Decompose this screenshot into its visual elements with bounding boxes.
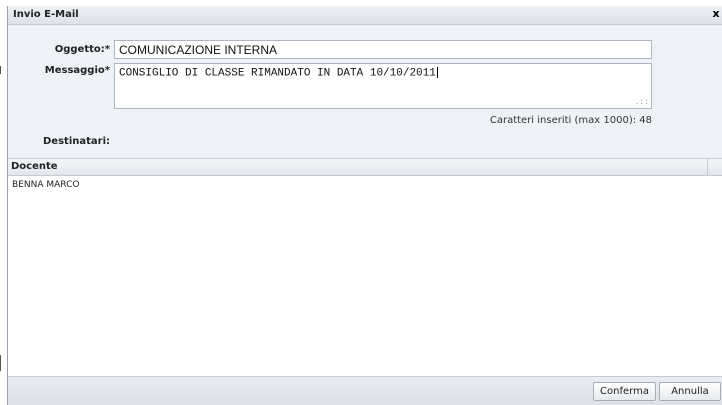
close-icon[interactable]: x — [711, 8, 721, 20]
text-cursor — [436, 67, 438, 78]
table-row[interactable]: BENNA MARCO — [8, 177, 722, 193]
subject-label: Oggetto:* — [54, 44, 110, 55]
grid-header: Docente — [8, 158, 722, 176]
cancel-button[interactable]: Annulla — [659, 382, 721, 401]
email-dialog: Invio E-Mail x Oggetto:* COMUNICAZIONE I… — [7, 6, 722, 405]
recipients-grid: Docente BENNA MARCO — [8, 158, 722, 377]
resize-grip-icon[interactable]: .:: — [635, 99, 649, 107]
message-textarea[interactable]: CONSIGLIO DI CLASSE RIMANDATO IN DATA 10… — [114, 63, 652, 109]
character-counter: Caratteri inseriti (max 1000): 48 — [489, 115, 652, 126]
column-header-label: Docente — [11, 161, 58, 172]
row-teacher-name: BENNA MARCO — [12, 180, 80, 190]
window-edge-marker — [0, 355, 1, 371]
subject-value: COMUNICAZIONE INTERNA — [119, 43, 278, 57]
recipients-label: Destinatari: — [43, 136, 110, 147]
dialog-titlebar: Invio E-Mail x — [8, 6, 722, 25]
confirm-button[interactable]: Conferma — [593, 382, 656, 401]
message-value: CONSIGLIO DI CLASSE RIMANDATO IN DATA 10… — [119, 67, 436, 80]
dialog-title: Invio E-Mail — [13, 9, 79, 20]
dialog-footer: Conferma Annulla — [8, 376, 722, 405]
message-label: Messaggio* — [44, 65, 110, 76]
email-form: Oggetto:* COMUNICAZIONE INTERNA Messaggi… — [8, 25, 722, 158]
subject-input[interactable]: COMUNICAZIONE INTERNA — [114, 40, 652, 59]
window-edge-marker — [0, 66, 1, 74]
column-header-docente[interactable]: Docente — [8, 159, 708, 176]
